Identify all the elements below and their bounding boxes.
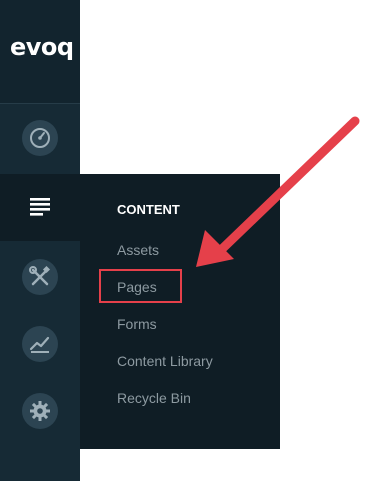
annotation-arrow bbox=[196, 116, 360, 267]
